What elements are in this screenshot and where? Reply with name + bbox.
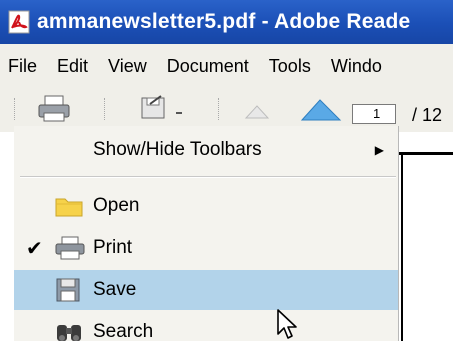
dropdown-indicator[interactable]	[176, 112, 182, 114]
mouse-cursor-icon	[277, 309, 297, 339]
menu-tools[interactable]: Tools	[259, 56, 321, 77]
file-menu-dropdown: Show/Hide Toolbars ▶ Open ✔ Print Save S…	[14, 126, 399, 342]
pdf-icon	[8, 10, 30, 34]
menu-item-print[interactable]: ✔ Print	[14, 228, 398, 268]
page-total: / 12	[412, 105, 443, 125]
toolbar-separator	[104, 98, 107, 120]
binoculars-icon	[57, 325, 81, 341]
window-title: ammanewsletter5.pdf - Adobe Reade	[37, 10, 411, 33]
menu-document[interactable]: Document	[157, 56, 259, 77]
floppy-disk-icon	[56, 278, 80, 302]
menu-item-label: Search	[93, 321, 154, 342]
document-border	[398, 152, 453, 155]
next-page-icon[interactable]	[300, 94, 344, 124]
checkmark-icon: ✔	[26, 237, 43, 260]
print-icon[interactable]	[36, 94, 72, 124]
menu-separator	[20, 176, 396, 178]
menu-bar: File Edit View Document Tools Windo	[0, 44, 453, 88]
toolbar-grip[interactable]	[14, 98, 17, 120]
menu-item-save[interactable]: Save	[14, 270, 398, 310]
menu-file[interactable]: File	[0, 56, 47, 77]
menu-item-search[interactable]: Search	[14, 312, 398, 352]
title-bar: ammanewsletter5.pdf - Adobe Reade	[0, 0, 453, 44]
menu-edit[interactable]: Edit	[47, 56, 98, 77]
menu-window[interactable]: Windo	[321, 56, 392, 77]
folder-icon	[55, 198, 83, 217]
menu-item-label: Print	[93, 237, 133, 258]
document-border	[401, 152, 403, 341]
save-icon[interactable]	[136, 94, 170, 124]
menu-item-label: Save	[93, 279, 137, 300]
menu-view[interactable]: View	[98, 56, 157, 77]
previous-page-icon[interactable]	[242, 94, 272, 124]
document-area[interactable]	[398, 132, 453, 341]
menu-item-show-hide-toolbars[interactable]: Show/Hide Toolbars ▶	[14, 130, 398, 170]
page-number-input[interactable]: 1	[352, 104, 396, 124]
printer-icon	[55, 236, 85, 260]
menu-item-open[interactable]: Open	[14, 186, 398, 226]
menu-item-label: Open	[93, 195, 140, 216]
submenu-arrow-icon: ▶	[374, 143, 384, 157]
toolbar-separator	[218, 98, 221, 120]
menu-item-label: Show/Hide Toolbars	[93, 139, 262, 160]
